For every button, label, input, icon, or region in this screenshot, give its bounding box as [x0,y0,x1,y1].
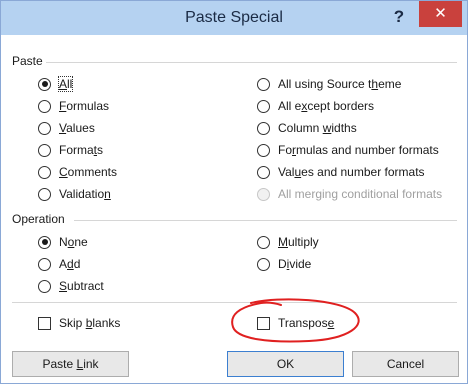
option-label: All [57,76,74,92]
option-label: Comments [59,165,118,179]
radio-indicator[interactable] [38,187,51,201]
radio-indicator[interactable] [38,257,51,271]
radio-indicator[interactable] [257,235,270,249]
paste-radio-all[interactable]: All [38,75,74,93]
operation-radio-subtract[interactable]: Subtract [38,277,104,295]
operation-group-label: Operation [12,212,65,226]
cancel-button[interactable]: Cancel [352,351,459,377]
option-label: Formulas [59,99,110,113]
paste-radio-values-and-number-formats[interactable]: Values and number formats [257,163,425,181]
close-button[interactable]: ✕ [419,1,462,27]
help-button[interactable]: ? [387,5,411,29]
radio-indicator[interactable] [257,143,270,157]
radio-indicator[interactable] [38,77,51,91]
help-icon: ? [393,7,405,26]
option-label: Formulas and number formats [278,143,439,157]
paste-radio-comments[interactable]: Comments [38,163,117,181]
option-label: All except borders [278,99,375,113]
radio-indicator[interactable] [257,77,270,91]
radio-indicator[interactable] [257,257,270,271]
radio-indicator[interactable] [38,279,51,293]
radio-indicator[interactable] [38,235,51,249]
radio-indicator[interactable] [257,165,270,179]
paste-radio-formats[interactable]: Formats [38,141,103,159]
transpose-label: Transpose [278,316,335,330]
option-label: Multiply [278,235,319,249]
paste-radio-all-merging-conditional-formats: All merging conditional formats [257,185,442,203]
option-label: None [59,235,88,249]
paste-group-divider [46,62,457,63]
option-label: Values [59,121,95,135]
paste-link-button[interactable]: Paste Link [12,351,129,377]
operation-radio-none[interactable]: None [38,233,88,251]
transpose-checkbox[interactable]: Transpose [257,314,334,332]
radio-indicator[interactable] [257,99,270,113]
ok-button[interactable]: OK [227,351,344,377]
transpose-box[interactable] [257,316,270,330]
close-icon: ✕ [434,5,447,22]
paste-radio-formulas-and-number-formats[interactable]: Formulas and number formats [257,141,439,159]
radio-indicator [257,187,270,201]
paste-radio-formulas[interactable]: Formulas [38,97,109,115]
operation-radio-add[interactable]: Add [38,255,80,273]
skip-blanks-checkbox[interactable]: Skip blanks [38,314,120,332]
operation-radio-divide[interactable]: Divide [257,255,311,273]
paste-radio-all-except-borders[interactable]: All except borders [257,97,374,115]
option-label: Add [59,257,81,271]
skip-blanks-label: Skip blanks [59,316,121,330]
skip-blanks-box[interactable] [38,316,51,330]
option-label: All merging conditional formats [278,187,443,201]
radio-indicator[interactable] [38,121,51,135]
radio-indicator[interactable] [38,165,51,179]
paste-radio-values[interactable]: Values [38,119,95,137]
paste-radio-all-using-source-theme[interactable]: All using Source theme [257,75,401,93]
options-divider [12,302,457,303]
radio-indicator[interactable] [38,99,51,113]
option-label: Formats [59,143,104,157]
operation-group-divider [74,220,457,221]
paste-group-label: Paste [12,54,43,68]
option-label: All using Source theme [278,77,402,91]
radio-indicator[interactable] [38,143,51,157]
operation-radio-multiply[interactable]: Multiply [257,233,319,251]
paste-radio-column-widths[interactable]: Column widths [257,119,357,137]
option-label: Column widths [278,121,357,135]
paste-special-dialog: Paste Special ? ✕ Paste All Formulas Value… [0,0,468,384]
option-label: Validation [59,187,111,201]
radio-indicator[interactable] [257,121,270,135]
option-label: Values and number formats [278,165,425,179]
option-label: Divide [278,257,312,271]
option-label: Subtract [59,279,104,293]
paste-radio-validation[interactable]: Validation [38,185,111,203]
